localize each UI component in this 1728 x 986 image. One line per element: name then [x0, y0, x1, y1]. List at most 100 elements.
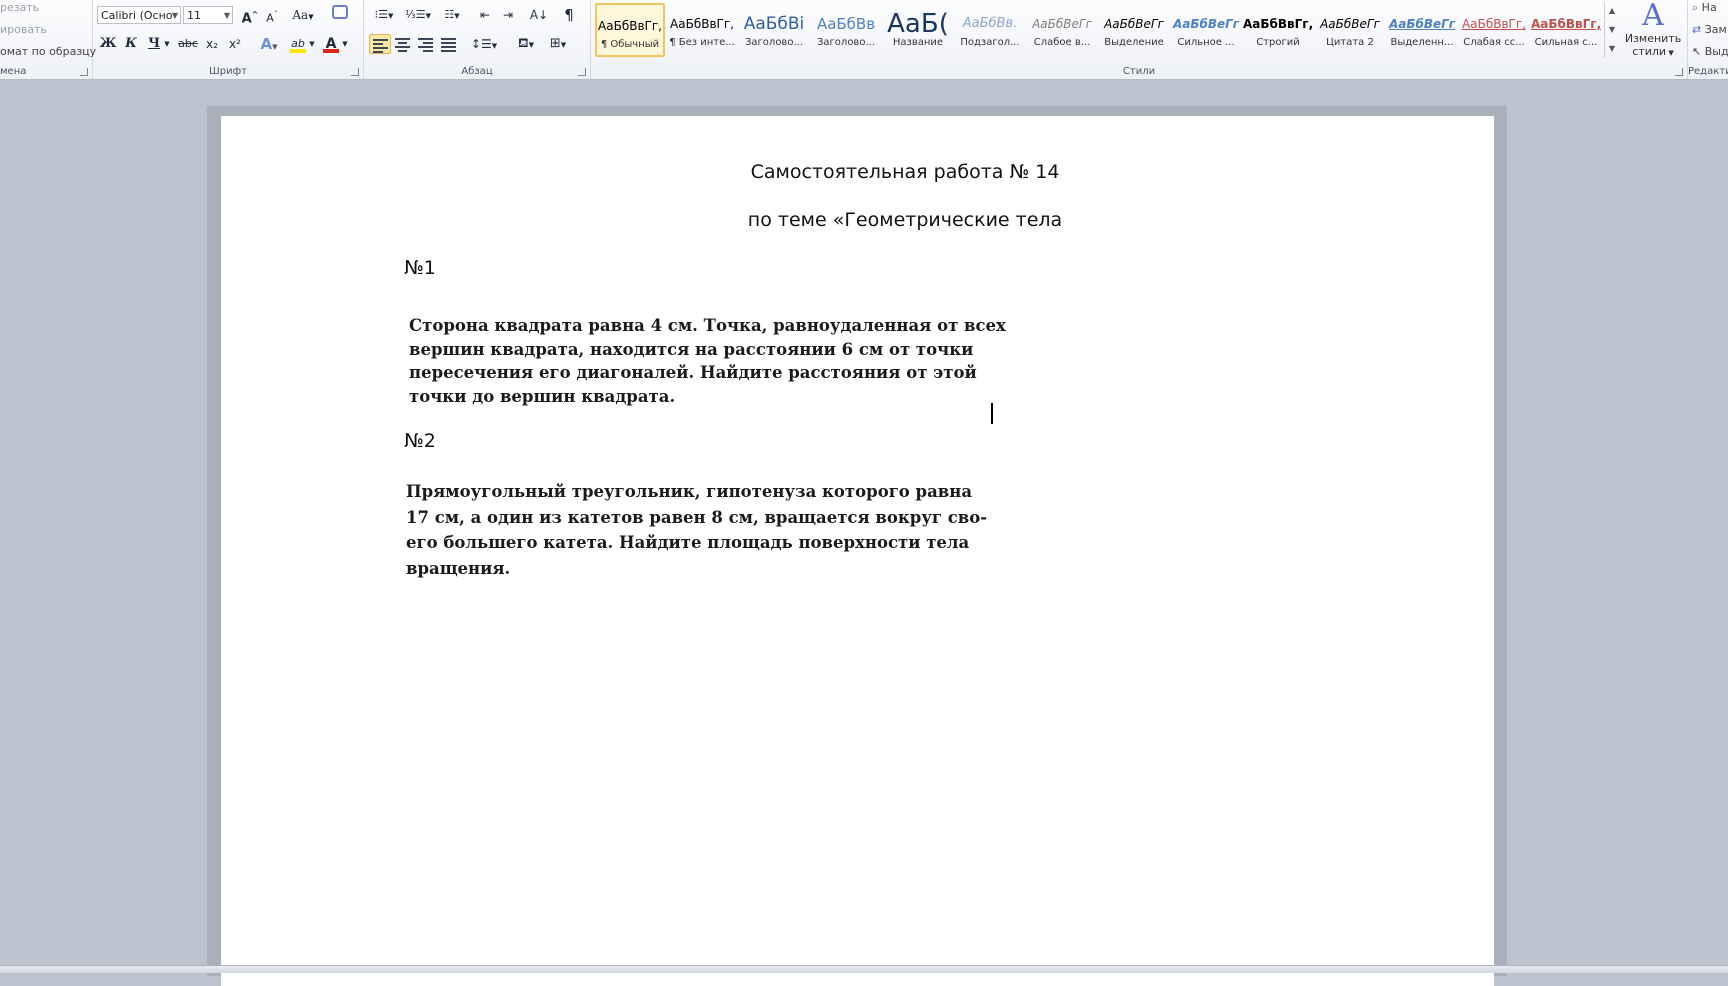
bullets-icon: ⁝☰ [374, 8, 388, 21]
styles-launcher-icon[interactable] [1675, 68, 1683, 76]
doc-title-line-1: Самостоятельная работа № 14 [750, 161, 1060, 183]
bold-button[interactable]: Ж [97, 34, 119, 54]
style-name: Название [892, 37, 944, 48]
style-name: Сильная с... [1534, 37, 1598, 48]
grow-font-button[interactable]: A^ [239, 5, 261, 27]
font-launcher-icon[interactable] [351, 68, 359, 76]
font-color-dropdown[interactable]: ▼ [339, 34, 351, 54]
line-spacing-button[interactable]: ↕☰▼ [470, 34, 498, 54]
gallery-scroll-up[interactable]: ▲ [1604, 2, 1619, 20]
style-tile[interactable]: АаБбВвГг, Строгий [1243, 3, 1313, 57]
gallery-more[interactable]: ▼ [1604, 40, 1619, 58]
style-name: Заголово... [745, 37, 803, 48]
multilevel-list-icon: ☷ [444, 8, 455, 21]
decrease-indent-button[interactable]: ⇤ [474, 5, 496, 25]
borders-button[interactable]: ⊞▼ [544, 34, 572, 54]
task1-line: точки до вершин квадрата. [409, 386, 676, 406]
font-group-label: Шрифт [209, 66, 247, 77]
bullets-button[interactable]: ⁝☰▼ [370, 5, 398, 25]
italic-button[interactable]: К [120, 34, 142, 54]
select-button[interactable]: ↖ Выд [1692, 45, 1728, 58]
style-name: Слабая сс... [1463, 37, 1525, 48]
style-tile[interactable]: АаБбВеГг Слабое в... [1027, 3, 1097, 57]
editing-group-label: Редакти [1688, 66, 1728, 77]
style-sample: АаБбВв [816, 15, 876, 33]
shrink-font-button[interactable]: Aˇ [261, 5, 283, 25]
multilevel-list-button[interactable]: ☷▼ [438, 5, 466, 25]
style-tile[interactable]: АаБ(Название [883, 3, 953, 57]
style-tile[interactable]: АаБбВвГг, ¶ Без инте... [667, 3, 737, 57]
pilcrow-icon: ¶ [564, 6, 574, 24]
style-name: Строгий [1256, 37, 1300, 48]
cursor-icon: ↖ [1692, 45, 1702, 58]
styles-group-label: Стили [1122, 66, 1156, 77]
style-sample: АаБбВвГг, [1462, 17, 1526, 31]
highlight-dropdown[interactable]: ▼ [306, 34, 318, 54]
style-tile[interactable]: АаБбВеГг Выделение [1099, 3, 1169, 57]
bold-icon: Ж [99, 36, 117, 51]
style-sample: АаБбВв. [962, 16, 1018, 31]
document-page[interactable]: Самостоятельная работа № 14 по теме «Гео… [221, 116, 1494, 986]
style-sample: АаБбВеГг [1104, 17, 1164, 31]
style-tile[interactable]: АаБбВеГг Цитата 2 [1315, 3, 1385, 57]
style-sample: АаБбВвГг, [1243, 17, 1313, 31]
task2-line: его большего катета. Найдите площадь пов… [406, 533, 970, 552]
superscript-button[interactable]: x² [224, 34, 246, 54]
strikethrough-button[interactable]: abc [177, 34, 199, 54]
style-tile[interactable]: АаБбВеГг Сильное ... [1171, 3, 1241, 57]
style-tile[interactable]: АаБбВвГг, Сильная с... [1531, 3, 1601, 57]
align-center-button[interactable] [392, 34, 414, 54]
font-name-combo[interactable]: Calibri (Осно ▼ [97, 6, 181, 24]
style-tile[interactable]: АаБбВв Заголово... [811, 3, 881, 57]
cut-button[interactable]: резать [0, 1, 39, 14]
style-tile[interactable]: АаБбВв. Подзагол... [955, 3, 1025, 57]
paragraph-launcher-icon[interactable] [578, 68, 586, 76]
find-button[interactable]: ⌕ На [1692, 1, 1717, 15]
change-case-button[interactable]: Aa▼ [289, 5, 317, 25]
font-size-value: 11 [187, 9, 201, 22]
subscript-button[interactable]: x₂ [201, 34, 223, 54]
style-sample: АаБбВвГг, [670, 17, 734, 31]
grow-font-icon: A [241, 11, 252, 27]
paint-bucket-icon: ⛾ [517, 36, 529, 51]
numbering-button[interactable]: ⅓☰▼ [404, 5, 432, 25]
style-sample: АаБбВеГг [1172, 17, 1240, 31]
show-marks-button[interactable]: ¶ [558, 5, 580, 25]
style-tile[interactable]: АаБбВвГг, ¶ Обычный [595, 3, 665, 57]
ribbon: резать ировать омат по образцу мена Cali… [0, 0, 1728, 80]
underline-dropdown[interactable]: ▼ [161, 34, 173, 54]
style-tile[interactable]: АаБбВвГг, Слабая сс... [1459, 3, 1529, 57]
chevron-down-icon: ▼ [223, 11, 230, 20]
clipboard-launcher-icon[interactable] [80, 68, 88, 76]
style-tile[interactable]: АаБбВеГг Выделенн... [1387, 3, 1457, 57]
align-left-icon [373, 37, 388, 55]
doc-title-line-2: по теме «Геометрические тела [747, 209, 1063, 231]
style-name: Заголово... [817, 37, 875, 48]
style-name: Цитата 2 [1326, 37, 1374, 48]
gallery-scroll-down[interactable]: ▼ [1604, 21, 1619, 39]
superscript-icon: x² [229, 37, 241, 51]
text-caret [991, 403, 993, 424]
clear-formatting-button[interactable] [329, 5, 351, 25]
task1-text: Сторона квадрата равна 4 см. Точка, равн… [409, 314, 1006, 408]
style-name: Подзагол... [960, 37, 1020, 48]
strikethrough-icon: abc [178, 37, 198, 50]
justify-icon [441, 36, 456, 54]
shading-button[interactable]: ⛾▼ [512, 34, 540, 54]
task2-line: 17 см, а один из катетов равен 8 см, вра… [406, 507, 988, 527]
align-right-icon [418, 36, 433, 54]
increase-indent-button[interactable]: ⇥ [497, 5, 519, 25]
align-right-button[interactable] [415, 34, 437, 54]
change-styles-button[interactable]: A Изменить стили ▼ [1621, 0, 1685, 64]
style-tile[interactable]: АаБбВі Заголово... [739, 3, 809, 57]
copy-button[interactable]: ировать [0, 23, 47, 36]
justify-button[interactable] [438, 34, 460, 54]
replace-button[interactable]: ⇄ Зам [1692, 23, 1727, 36]
format-painter-button[interactable]: омат по образцу [0, 45, 96, 58]
style-sample: АаБбВеГг [1032, 17, 1092, 31]
borders-icon: ⊞ [549, 36, 561, 51]
align-left-button[interactable] [369, 34, 391, 54]
sort-button[interactable]: A↓ [528, 5, 550, 25]
text-effects-button[interactable]: A▼ [258, 34, 280, 54]
font-size-combo[interactable]: 11 ▼ [183, 6, 233, 24]
